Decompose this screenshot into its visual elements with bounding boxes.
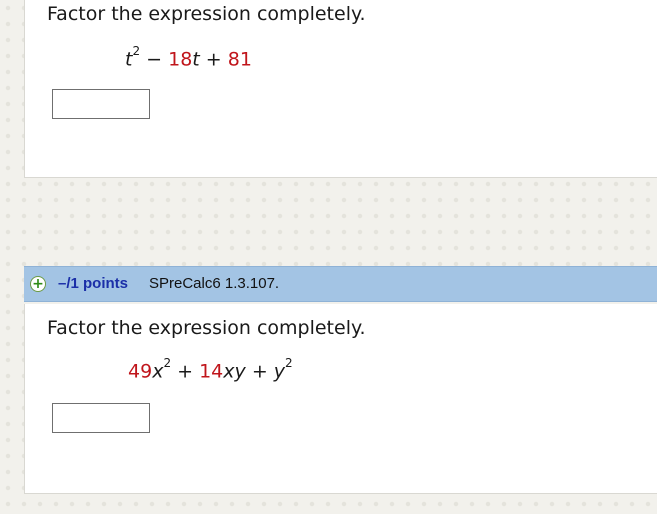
question-source: SPreCalc6 1.3.107. [149,275,280,292]
plus-circle-icon[interactable]: + [30,276,46,292]
question-card-1: Factor the expression completely. [24,0,657,178]
expr-coefficient: 18 [168,48,193,71]
expr-operator: + [251,360,268,383]
question-header: + –/1 points SPreCalc6 1.3.107. [24,266,657,302]
expr-coefficient: 49 [128,360,153,383]
expr-constant: 81 [227,48,252,71]
points-label: –/1 points [58,275,129,292]
expr-exponent: 2 [132,44,141,58]
answer-input[interactable] [52,403,150,433]
expr-operator: + [177,360,194,383]
expr-variable: y [273,360,286,383]
expr-exponent: 2 [163,356,172,370]
expr-exponent: 2 [285,356,293,370]
expr-operator: + [205,48,222,71]
expr-variable: t [192,48,200,71]
math-expression: 49x2 + 14xy + y2 [128,356,293,383]
math-expression: t2 − 18t + 81 [125,44,252,71]
answer-input[interactable] [52,89,150,119]
expr-variable: x [152,360,164,383]
expr-coefficient: 14 [199,360,224,383]
question-card-2: Factor the expression completely. [24,304,657,494]
question-prompt: Factor the expression completely. [47,317,366,339]
expr-variable: xy [223,360,246,383]
expr-operator: − [146,48,163,71]
question-prompt: Factor the expression completely. [47,3,366,25]
